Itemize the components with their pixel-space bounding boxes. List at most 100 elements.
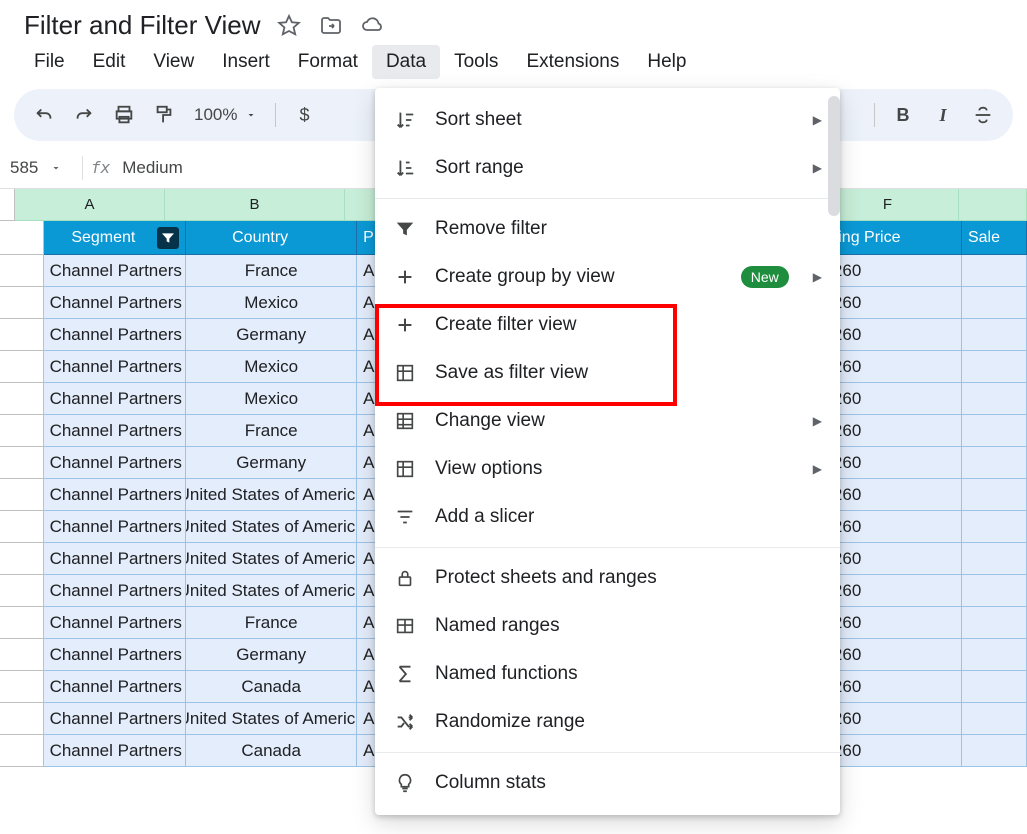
col-header-b[interactable]: B bbox=[165, 189, 345, 221]
cell-country[interactable]: France bbox=[186, 255, 357, 287]
row-number[interactable] bbox=[0, 447, 44, 479]
cell-sale[interactable] bbox=[962, 319, 1027, 351]
filter-icon[interactable] bbox=[933, 227, 955, 249]
cell-reference[interactable]: 585 bbox=[4, 158, 74, 178]
cell-segment[interactable]: Channel Partners bbox=[44, 255, 187, 287]
menu-column-stats[interactable]: Column stats bbox=[375, 759, 840, 807]
menu-add-slicer[interactable]: Add a slicer bbox=[375, 493, 840, 541]
filter-icon[interactable] bbox=[157, 227, 179, 249]
menu-tools[interactable]: Tools bbox=[440, 45, 512, 79]
header-segment[interactable]: Segment bbox=[44, 221, 187, 255]
row-number[interactable] bbox=[0, 319, 44, 351]
cell-segment[interactable]: Channel Partners bbox=[44, 639, 187, 671]
cell-country[interactable]: United States of America bbox=[186, 479, 357, 511]
cell-segment[interactable]: Channel Partners bbox=[44, 479, 187, 511]
row-number[interactable] bbox=[0, 703, 44, 735]
cell-country[interactable]: United States of America bbox=[186, 575, 357, 607]
move-to-folder-icon[interactable] bbox=[317, 12, 345, 40]
row-number[interactable] bbox=[0, 383, 44, 415]
cell-sale[interactable] bbox=[962, 415, 1027, 447]
cell-country[interactable]: Germany bbox=[186, 639, 357, 671]
menu-file[interactable]: File bbox=[20, 45, 79, 79]
cell-price[interactable]: 260 bbox=[827, 287, 962, 319]
row-number[interactable] bbox=[0, 575, 44, 607]
menu-data[interactable]: Data bbox=[372, 45, 440, 79]
italic-button[interactable]: I bbox=[925, 97, 961, 133]
menu-view-options[interactable]: View options ▶ bbox=[375, 445, 840, 493]
cell-country[interactable]: Mexico bbox=[186, 383, 357, 415]
filter-icon[interactable] bbox=[328, 227, 350, 249]
cell-country[interactable]: Canada bbox=[186, 671, 357, 703]
cell-price[interactable]: 260 bbox=[827, 415, 962, 447]
cell-sale[interactable] bbox=[962, 511, 1027, 543]
row-number[interactable] bbox=[0, 735, 44, 767]
menu-format[interactable]: Format bbox=[284, 45, 372, 79]
row-number[interactable] bbox=[0, 351, 44, 383]
cell-segment[interactable]: Channel Partners bbox=[44, 511, 187, 543]
bold-button[interactable]: B bbox=[885, 97, 921, 133]
cell-segment[interactable]: Channel Partners bbox=[44, 383, 187, 415]
cell-price[interactable]: 260 bbox=[827, 703, 962, 735]
cell-sale[interactable] bbox=[962, 479, 1027, 511]
paint-format-button[interactable] bbox=[146, 97, 182, 133]
cell-country[interactable]: Canada bbox=[186, 735, 357, 767]
cell-price[interactable]: 260 bbox=[827, 671, 962, 703]
row-number[interactable] bbox=[0, 511, 44, 543]
header-sale[interactable]: Sale bbox=[962, 221, 1027, 255]
cell-price[interactable]: 260 bbox=[827, 607, 962, 639]
cell-country[interactable]: Mexico bbox=[186, 287, 357, 319]
cell-sale[interactable] bbox=[962, 287, 1027, 319]
cell-segment[interactable]: Channel Partners bbox=[44, 735, 187, 767]
doc-title[interactable]: Filter and Filter View bbox=[24, 10, 261, 41]
row-number[interactable] bbox=[0, 255, 44, 287]
menu-protect[interactable]: Protect sheets and ranges bbox=[375, 554, 840, 602]
menu-help[interactable]: Help bbox=[633, 45, 700, 79]
menu-edit[interactable]: Edit bbox=[79, 45, 140, 79]
menu-sort-range[interactable]: Sort range ▶ bbox=[375, 144, 840, 192]
header-price[interactable]: ring Price bbox=[827, 221, 962, 255]
row-number[interactable] bbox=[0, 543, 44, 575]
menu-sort-sheet[interactable]: Sort sheet ▶ bbox=[375, 96, 840, 144]
menu-extensions[interactable]: Extensions bbox=[512, 45, 633, 79]
cell-segment[interactable]: Channel Partners bbox=[44, 319, 187, 351]
menu-view[interactable]: View bbox=[139, 45, 208, 79]
cell-price[interactable]: 260 bbox=[827, 479, 962, 511]
undo-button[interactable] bbox=[26, 97, 62, 133]
cell-sale[interactable] bbox=[962, 671, 1027, 703]
cell-price[interactable]: 260 bbox=[827, 447, 962, 479]
cell-segment[interactable]: Channel Partners bbox=[44, 447, 187, 479]
row-number[interactable] bbox=[0, 287, 44, 319]
cell-country[interactable]: Germany bbox=[186, 447, 357, 479]
cell-price[interactable]: 260 bbox=[827, 543, 962, 575]
cell-price[interactable]: 260 bbox=[827, 639, 962, 671]
menu-create-group-view[interactable]: Create group by view New ▶ bbox=[375, 253, 840, 301]
header-country[interactable]: Country bbox=[186, 221, 357, 255]
row-number[interactable] bbox=[0, 479, 44, 511]
col-header-a[interactable]: A bbox=[15, 189, 165, 221]
cell-segment[interactable]: Channel Partners bbox=[44, 287, 187, 319]
col-header-g[interactable] bbox=[959, 189, 1027, 221]
cell-sale[interactable] bbox=[962, 543, 1027, 575]
cell-country[interactable]: France bbox=[186, 415, 357, 447]
select-all-corner[interactable] bbox=[0, 189, 15, 221]
cell-segment[interactable]: Channel Partners bbox=[44, 575, 187, 607]
menu-named-functions[interactable]: Named functions bbox=[375, 650, 840, 698]
cell-price[interactable]: 260 bbox=[827, 383, 962, 415]
cell-price[interactable]: 260 bbox=[827, 319, 962, 351]
menu-create-filter-view[interactable]: Create filter view bbox=[375, 301, 840, 349]
formula-value[interactable]: Medium bbox=[122, 158, 182, 178]
cell-sale[interactable] bbox=[962, 607, 1027, 639]
strikethrough-button[interactable] bbox=[965, 97, 1001, 133]
row-number[interactable] bbox=[0, 607, 44, 639]
menu-save-filter-view[interactable]: Save as filter view bbox=[375, 349, 840, 397]
cell-price[interactable]: 260 bbox=[827, 575, 962, 607]
cell-segment[interactable]: Channel Partners bbox=[44, 415, 187, 447]
row-number[interactable] bbox=[0, 415, 44, 447]
menu-randomize[interactable]: Randomize range bbox=[375, 698, 840, 746]
cell-country[interactable]: United States of America bbox=[186, 703, 357, 735]
menu-named-ranges[interactable]: Named ranges bbox=[375, 602, 840, 650]
cell-sale[interactable] bbox=[962, 735, 1027, 767]
row-number[interactable] bbox=[0, 639, 44, 671]
star-icon[interactable] bbox=[275, 12, 303, 40]
cell-segment[interactable]: Channel Partners bbox=[44, 351, 187, 383]
